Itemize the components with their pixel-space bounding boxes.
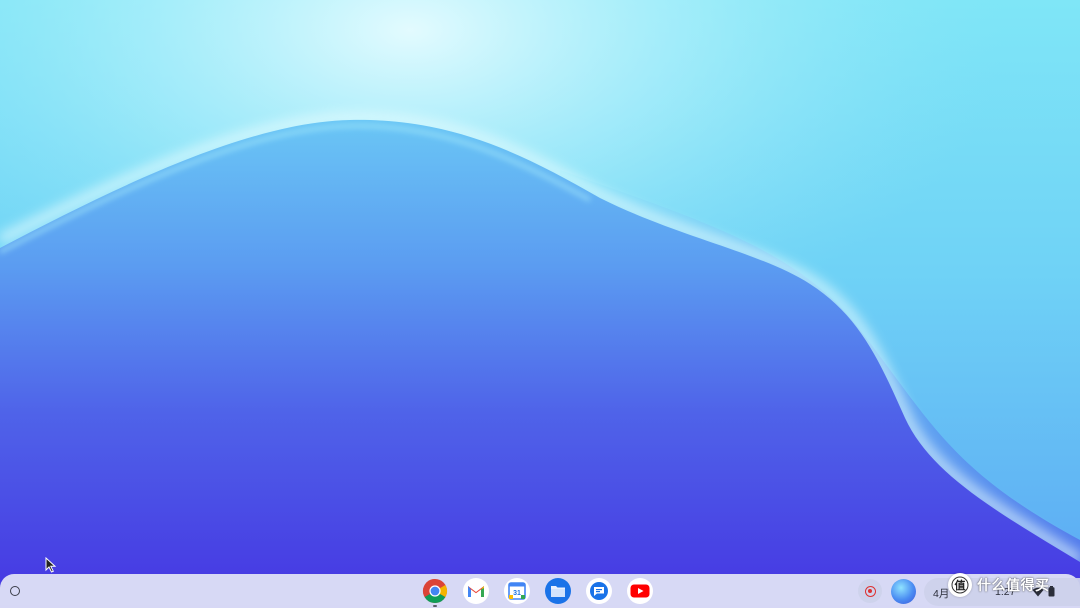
svg-text:值: 值 [955, 578, 966, 592]
user-avatar[interactable] [891, 579, 916, 604]
shelf: 31 4月 1:27 [0, 574, 1080, 608]
messages-icon [590, 582, 608, 600]
screen-record-icon [864, 585, 876, 597]
smzdm-logo: 值 [948, 573, 972, 597]
messages-app-button[interactable] [586, 578, 612, 604]
date-label: 4月 [933, 588, 950, 600]
mouse-cursor-icon [45, 557, 57, 573]
pinned-apps: 31 [422, 578, 653, 607]
watermark-text: 什么值得买 [977, 578, 1050, 594]
calendar-app-button[interactable]: 31 [504, 578, 530, 604]
launcher-button[interactable] [5, 581, 25, 601]
files-icon [551, 586, 565, 597]
watermark: 值 什么值得买 [948, 572, 1050, 598]
wallpaper [0, 0, 1080, 608]
calendar-day: 31 [513, 590, 521, 597]
chromeos-desktop: 31 4月 1:27 值 什么值得买 [0, 0, 1080, 608]
youtube-icon [630, 584, 650, 598]
running-indicator [433, 605, 437, 607]
files-app-button[interactable] [545, 578, 571, 604]
calendar-icon: 31 [508, 582, 526, 600]
screen-record-button[interactable] [858, 579, 882, 603]
gmail-icon [468, 586, 484, 597]
chrome-icon [422, 579, 448, 604]
youtube-app-button[interactable] [627, 578, 653, 604]
launcher-circle-icon [10, 586, 20, 596]
chrome-app-button[interactable] [422, 578, 448, 607]
gmail-app-button[interactable] [463, 578, 489, 604]
